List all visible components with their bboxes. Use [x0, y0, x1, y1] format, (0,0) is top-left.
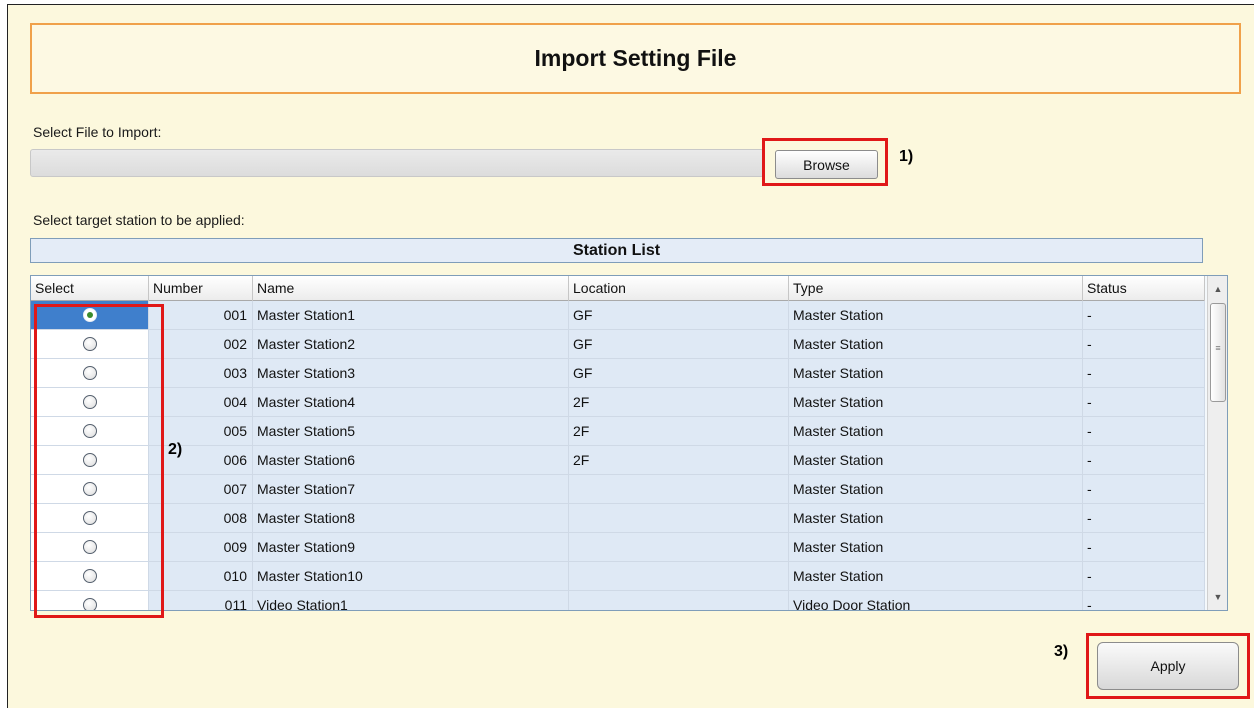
- number-cell: 004: [149, 388, 253, 417]
- location-cell: GF: [569, 359, 789, 388]
- status-cell: -: [1083, 417, 1205, 446]
- number-cell: 009: [149, 533, 253, 562]
- table-row[interactable]: 008 Master Station8 Master Station -: [31, 504, 1205, 533]
- type-cell: Master Station: [789, 562, 1083, 591]
- status-cell: -: [1083, 446, 1205, 475]
- number-cell: 011: [149, 591, 253, 610]
- name-cell: Master Station10: [253, 562, 569, 591]
- title-banner: Import Setting File: [30, 23, 1241, 94]
- annotation-2: 2): [168, 441, 183, 458]
- table-row[interactable]: 003 Master Station3 GF Master Station -: [31, 359, 1205, 388]
- type-cell: Master Station: [789, 475, 1083, 504]
- status-cell: -: [1083, 562, 1205, 591]
- location-cell: 2F: [569, 388, 789, 417]
- type-cell: Master Station: [789, 359, 1083, 388]
- number-cell: 005: [149, 417, 253, 446]
- location-cell: [569, 562, 789, 591]
- table-row[interactable]: 006 Master Station6 2F Master Station -: [31, 446, 1205, 475]
- status-cell: -: [1083, 330, 1205, 359]
- name-cell: Video Station1: [253, 591, 569, 610]
- location-cell: GF: [569, 330, 789, 359]
- browse-button[interactable]: Browse: [775, 150, 878, 179]
- scroll-down-arrow-icon[interactable]: ▼: [1208, 588, 1227, 606]
- location-cell: [569, 533, 789, 562]
- name-cell: Master Station4: [253, 388, 569, 417]
- scroll-up-arrow-icon[interactable]: ▲: [1208, 280, 1227, 298]
- annotation-3: 3): [1054, 643, 1069, 660]
- number-cell: 008: [149, 504, 253, 533]
- type-cell: Master Station: [789, 533, 1083, 562]
- type-cell: Master Station: [789, 504, 1083, 533]
- status-cell: -: [1083, 388, 1205, 417]
- station-table: Select Number Name Location Type Status …: [30, 275, 1228, 611]
- name-cell: Master Station7: [253, 475, 569, 504]
- status-cell: -: [1083, 504, 1205, 533]
- annotation-1: 1): [899, 148, 914, 165]
- table-row[interactable]: 002 Master Station2 GF Master Station -: [31, 330, 1205, 359]
- vertical-scrollbar[interactable]: ▲ ≡ ▼: [1207, 276, 1227, 610]
- station-list-title: Station List: [30, 238, 1203, 263]
- status-cell: -: [1083, 591, 1205, 610]
- status-cell: -: [1083, 475, 1205, 504]
- location-cell: 2F: [569, 417, 789, 446]
- type-cell: Master Station: [789, 388, 1083, 417]
- name-cell: Master Station9: [253, 533, 569, 562]
- column-header-name[interactable]: Name: [253, 276, 569, 301]
- column-header-type[interactable]: Type: [789, 276, 1083, 301]
- grip-icon: ≡: [1215, 343, 1221, 353]
- number-cell: 003: [149, 359, 253, 388]
- column-header-number[interactable]: Number: [149, 276, 253, 301]
- column-header-location[interactable]: Location: [569, 276, 789, 301]
- dialog-panel: Import Setting File Select File to Impor…: [7, 4, 1254, 708]
- target-station-label: Select target station to be applied:: [33, 212, 245, 228]
- location-cell: [569, 504, 789, 533]
- table-row[interactable]: 007 Master Station7 Master Station -: [31, 475, 1205, 504]
- column-header-select[interactable]: Select: [31, 276, 149, 301]
- table-row[interactable]: 011 Video Station1 Video Door Station -: [31, 591, 1205, 610]
- number-cell: 006: [149, 446, 253, 475]
- table-row[interactable]: 005 Master Station5 2F Master Station -: [31, 417, 1205, 446]
- location-cell: GF: [569, 301, 789, 330]
- number-cell: 007: [149, 475, 253, 504]
- status-cell: -: [1083, 359, 1205, 388]
- status-cell: -: [1083, 301, 1205, 330]
- column-header-status[interactable]: Status: [1083, 276, 1205, 301]
- type-cell: Video Door Station: [789, 591, 1083, 610]
- table-header: Select Number Name Location Type Status: [31, 276, 1205, 301]
- number-cell: 002: [149, 330, 253, 359]
- name-cell: Master Station8: [253, 504, 569, 533]
- table-row[interactable]: 010 Master Station10 Master Station -: [31, 562, 1205, 591]
- name-cell: Master Station6: [253, 446, 569, 475]
- type-cell: Master Station: [789, 301, 1083, 330]
- table-row[interactable]: 004 Master Station4 2F Master Station -: [31, 388, 1205, 417]
- table-body: 001 Master Station1 GF Master Station -002 Ma…: [31, 301, 1205, 610]
- apply-button[interactable]: Apply: [1097, 642, 1239, 690]
- number-cell: 001: [149, 301, 253, 330]
- table-row[interactable]: 001 Master Station1 GF Master Station -: [31, 301, 1205, 330]
- name-cell: Master Station3: [253, 359, 569, 388]
- scroll-thumb[interactable]: ≡: [1210, 303, 1226, 402]
- location-cell: 2F: [569, 446, 789, 475]
- name-cell: Master Station1: [253, 301, 569, 330]
- location-cell: [569, 475, 789, 504]
- name-cell: Master Station5: [253, 417, 569, 446]
- name-cell: Master Station2: [253, 330, 569, 359]
- file-path-field[interactable]: [30, 149, 764, 177]
- type-cell: Master Station: [789, 330, 1083, 359]
- page-title: Import Setting File: [534, 45, 737, 71]
- table-row[interactable]: 009 Master Station9 Master Station -: [31, 533, 1205, 562]
- type-cell: Master Station: [789, 417, 1083, 446]
- select-column-highlight-box: [34, 304, 164, 618]
- status-cell: -: [1083, 533, 1205, 562]
- number-cell: 010: [149, 562, 253, 591]
- type-cell: Master Station: [789, 446, 1083, 475]
- location-cell: [569, 591, 789, 610]
- file-select-label: Select File to Import:: [33, 124, 162, 140]
